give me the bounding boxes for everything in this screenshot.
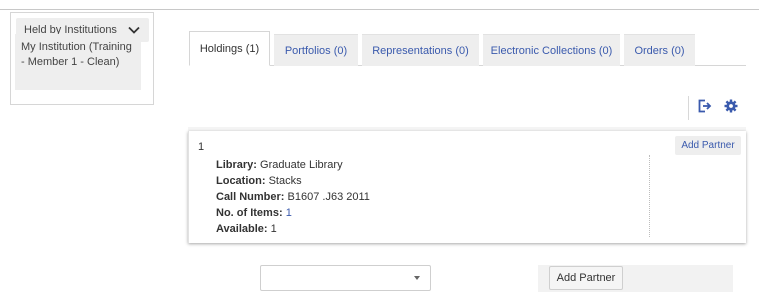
available-row: Available: 1 <box>216 221 370 237</box>
tab-portfolios[interactable]: Portfolios (0) <box>274 34 358 66</box>
tab-holdings[interactable]: Holdings (1) <box>189 31 270 66</box>
chevron-down-icon <box>128 26 140 34</box>
call-number-label: Call Number: <box>216 191 285 203</box>
holding-card: 1 Add Partner Library: Graduate Library … <box>188 131 746 243</box>
caret-down-icon <box>414 276 420 280</box>
location-label: Location: <box>216 175 266 187</box>
export-icon[interactable] <box>696 98 712 114</box>
items-row: No. of Items: 1 <box>216 205 370 221</box>
facet-item-my-institution[interactable]: My Institution (Training - Member 1 - Cl… <box>15 34 141 90</box>
tab-electronic-collections[interactable]: Electronic Collections (0) <box>483 34 620 66</box>
library-value: Graduate Library <box>260 159 343 171</box>
gear-icon[interactable] <box>723 98 739 114</box>
tab-orders[interactable]: Orders (0) <box>624 34 695 66</box>
tab-representations[interactable]: Representations (0) <box>362 34 479 66</box>
add-partner-button[interactable]: Add Partner <box>549 266 623 290</box>
available-label: Available: <box>216 223 268 235</box>
library-row: Library: Graduate Library <box>216 157 370 173</box>
available-value: 1 <box>270 223 277 235</box>
add-partner-card-button[interactable]: Add Partner <box>675 136 741 155</box>
location-row: Location: Stacks <box>216 173 370 189</box>
call-number-row: Call Number: B1607 .J63 2011 <box>216 189 370 205</box>
call-number-value: B1607 .J63 2011 <box>287 191 370 203</box>
holding-index: 1 <box>198 141 205 153</box>
location-value: Stacks <box>268 175 302 187</box>
record-tabs: Holdings (1) Portfolios (0) Representati… <box>189 31 699 66</box>
card-divider <box>649 155 650 237</box>
holding-fields: Library: Graduate Library Location: Stac… <box>216 157 370 237</box>
top-divider <box>0 9 759 10</box>
library-label: Library: <box>216 159 257 171</box>
partner-select[interactable] <box>260 265 431 291</box>
toolbar-separator <box>688 96 689 120</box>
items-value-link[interactable]: 1 <box>286 207 292 219</box>
items-label: No. of Items: <box>216 207 283 219</box>
